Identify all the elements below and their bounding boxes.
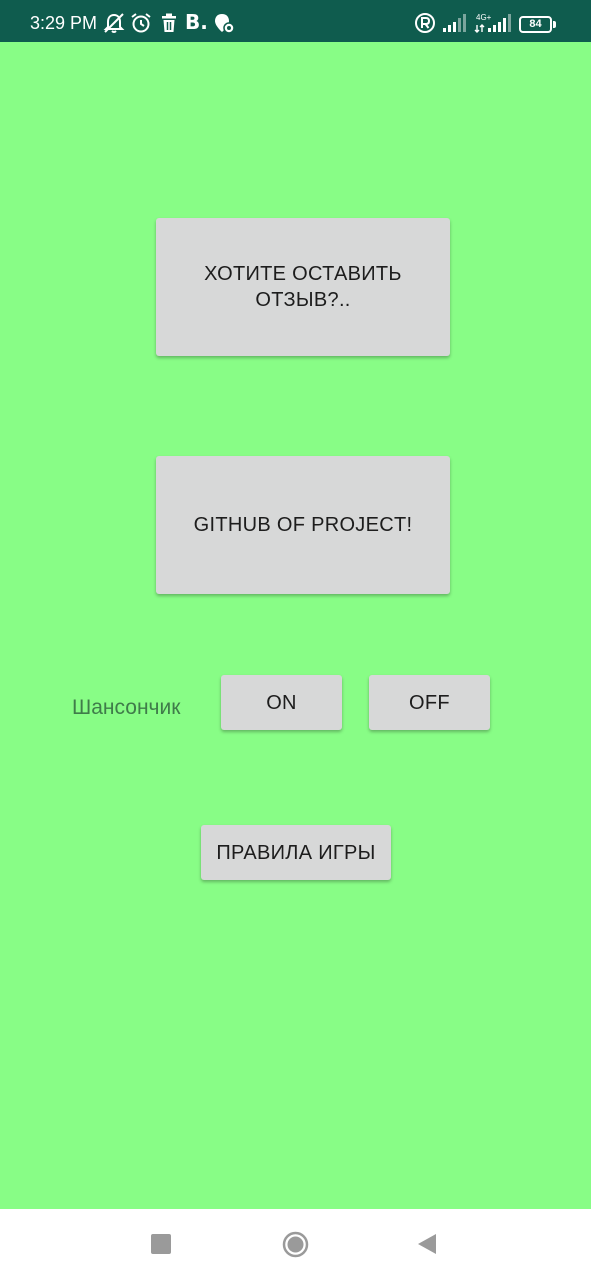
bell-muted-icon bbox=[103, 13, 125, 33]
github-project-label: GITHUB OF PROJECT! bbox=[193, 514, 413, 536]
leave-feedback-button[interactable]: ХОТИТЕ ОСТАВИТЬ ОТЗЫВ?.. bbox=[156, 218, 450, 356]
home-circle-icon[interactable] bbox=[282, 1231, 309, 1258]
leave-feedback-label: ХОТИТЕ ОСТАВИТЬ ОТЗЫВ?.. bbox=[204, 263, 402, 311]
back-triangle-icon[interactable] bbox=[416, 1233, 438, 1255]
battery-tip bbox=[553, 21, 556, 28]
game-rules-button[interactable]: ПРАВИЛА ИГРЫ bbox=[201, 825, 391, 880]
battery-icon: 84 bbox=[519, 16, 552, 33]
game-rules-label: ПРАВИЛА ИГРЫ bbox=[216, 841, 376, 864]
music-on-button[interactable]: ON bbox=[221, 675, 342, 730]
alarm-icon bbox=[131, 13, 151, 33]
chanson-music-label: Шансончик bbox=[72, 696, 181, 719]
signal-4g-icon bbox=[474, 14, 511, 33]
status-time: 3:29 PM bbox=[30, 13, 98, 33]
navigation-bar bbox=[0, 1209, 591, 1280]
status-bar: 3:29 PM B. 4G+ 84 bbox=[0, 0, 591, 42]
trash-icon bbox=[162, 13, 176, 32]
registered-icon bbox=[415, 13, 435, 33]
location-icon bbox=[215, 14, 235, 34]
vk-icon: B. bbox=[185, 10, 208, 34]
music-on-label: ON bbox=[266, 691, 297, 714]
signal-icon bbox=[443, 14, 466, 32]
github-project-button[interactable]: GITHUB OF PROJECT! bbox=[156, 456, 450, 594]
music-off-button[interactable]: OFF bbox=[369, 675, 490, 730]
recents-square-icon[interactable] bbox=[150, 1233, 172, 1255]
music-off-label: OFF bbox=[409, 691, 450, 714]
